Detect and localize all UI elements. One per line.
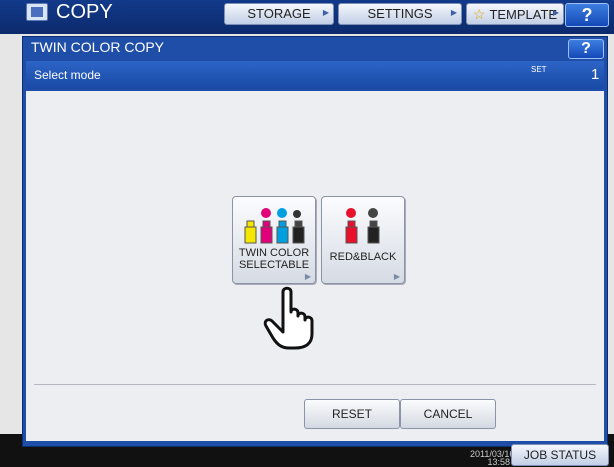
tab-storage[interactable]: STORAGE ▶ (224, 3, 334, 25)
star-icon: ☆ (472, 6, 486, 22)
red-black-label: RED&BLACK (329, 251, 397, 263)
top-bar: COPY STORAGE ▶ SETTINGS ▶ ☆ TEMPLATE ▶ ? (0, 0, 614, 34)
help-button[interactable]: ? (565, 3, 609, 27)
reset-button[interactable]: RESET (304, 399, 400, 429)
tab-template-label: TEMPLATE (489, 7, 558, 22)
twin-color-selectable-button[interactable]: TWIN COLOR SELECTABLE ▶ (232, 196, 316, 284)
app-title: COPY (56, 1, 113, 23)
dialog-help-button[interactable]: ? (568, 39, 604, 59)
toner-bottles-icon (244, 208, 305, 244)
dialog-content: TWIN COLOR SELECTABLE ▶ RED&BLACK ▶ RESE… (26, 91, 604, 441)
copy-app-icon (26, 3, 48, 21)
mode-header-bar: Select mode SET 1 (26, 61, 604, 89)
divider (34, 384, 596, 385)
chevron-right-icon: ▶ (322, 8, 329, 17)
red-black-button[interactable]: RED&BLACK ▶ (321, 196, 405, 284)
time-text: 13:58 (487, 457, 510, 467)
twin-color-label-line2: SELECTABLE (238, 259, 310, 271)
twin-color-dialog: TWIN COLOR COPY ? Select mode SET 1 TWIN… (22, 36, 608, 447)
chevron-right-icon: ▶ (552, 8, 559, 17)
tab-settings-label: SETTINGS (367, 6, 433, 21)
job-status-button[interactable]: JOB STATUS (511, 444, 609, 466)
set-label: SET (531, 65, 547, 74)
datetime: 2011/03/16 13:58 (470, 450, 514, 467)
red-black-bottles-icon (345, 208, 380, 244)
touch-hand-icon (263, 286, 314, 350)
tab-settings[interactable]: SETTINGS ▶ (338, 3, 462, 25)
chevron-right-icon: ▶ (450, 8, 457, 17)
cancel-button[interactable]: CANCEL (400, 399, 496, 429)
chevron-right-icon: ▶ (393, 272, 400, 281)
twin-color-label-line1: TWIN COLOR (238, 247, 310, 259)
tab-template[interactable]: ☆ TEMPLATE ▶ (466, 3, 564, 25)
select-mode-label: Select mode (34, 68, 101, 82)
set-count: 1 (591, 66, 600, 83)
chevron-right-icon: ▶ (304, 272, 311, 281)
dialog-title: TWIN COLOR COPY (31, 39, 165, 55)
tab-storage-label: STORAGE (247, 6, 311, 21)
